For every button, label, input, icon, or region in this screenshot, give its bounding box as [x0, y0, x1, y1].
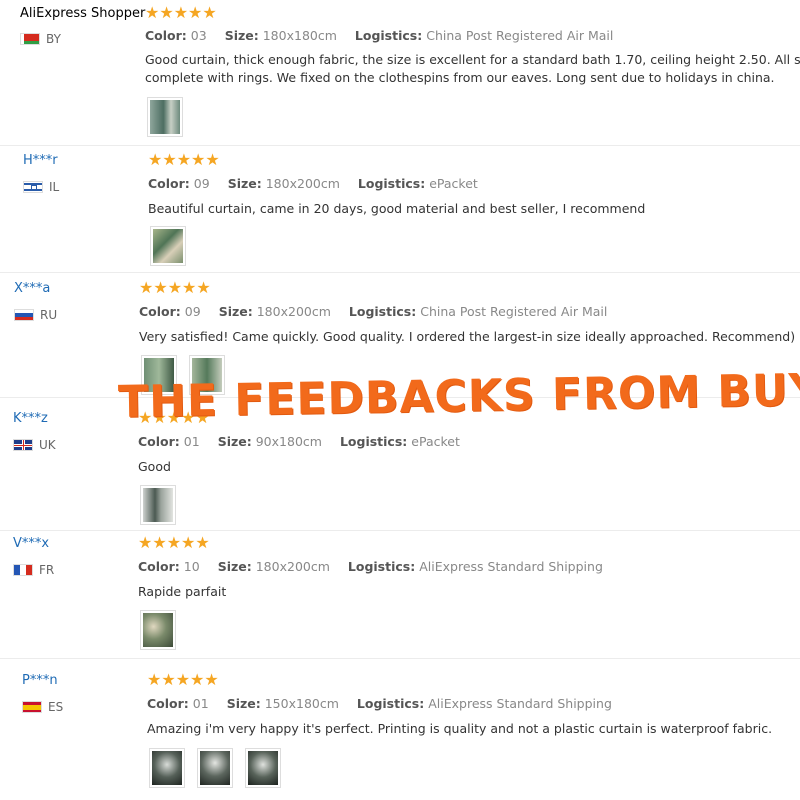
- country-code: RU: [40, 308, 58, 322]
- rating-stars: ★★★★★: [148, 150, 220, 169]
- country-code: BY: [46, 32, 61, 46]
- review-text: Good curtain, thick enough fabric, the s…: [145, 52, 800, 67]
- order-info: Color: 01 Size: 150x180cm Logistics: AliExp…: [147, 696, 612, 711]
- review-text: Amazing i'm very happy it's perfect. Pri…: [147, 721, 773, 736]
- reviewer-country: RU: [14, 308, 57, 322]
- reviewer-country: UK: [13, 438, 56, 452]
- rating-stars: ★★★★★: [145, 3, 217, 22]
- reviewer-name[interactable]: V***x: [13, 536, 49, 551]
- review-photo[interactable]: [245, 748, 281, 788]
- review-text: Good: [138, 459, 171, 474]
- divider: [0, 272, 800, 273]
- order-info: Color: 03 Size: 180x180cm Logistics: China …: [145, 28, 614, 43]
- rating-stars: ★★★★★: [147, 670, 219, 689]
- reviewer-name[interactable]: AliExpress Shopper: [20, 6, 145, 21]
- flag-es-icon: [22, 701, 42, 713]
- reviewer-country: ES: [22, 700, 63, 714]
- order-info: Color: 10 Size: 180x200cm Logistics: AliExp…: [138, 559, 603, 574]
- country-code: FR: [39, 563, 55, 577]
- review-photo[interactable]: [149, 748, 185, 788]
- reviewer-country: IL: [23, 180, 59, 194]
- order-info: Color: 09 Size: 180x200cm Logistics: ePacke…: [148, 176, 478, 191]
- flag-ru-icon: [14, 309, 34, 321]
- country-code: UK: [39, 438, 56, 452]
- review-photo[interactable]: [140, 610, 176, 650]
- order-info: Color: 01 Size: 90x180cm Logistics: ePacket: [138, 434, 460, 449]
- review-photo[interactable]: [150, 226, 186, 266]
- review-text: Very satisfied! Came quickly. Good quali…: [139, 329, 796, 344]
- divider: [0, 530, 800, 531]
- reviewer-name[interactable]: K***z: [13, 411, 48, 426]
- flag-il-icon: [23, 181, 43, 193]
- rating-stars: ★★★★★: [138, 533, 210, 552]
- order-info: Color: 09 Size: 180x200cm Logistics: China …: [139, 304, 608, 319]
- rating-stars: ★★★★★: [139, 278, 211, 297]
- review-text: Beautiful curtain, came in 20 days, good…: [148, 201, 646, 216]
- review-photo[interactable]: [197, 748, 233, 788]
- review-photo[interactable]: [147, 97, 183, 137]
- review-text: Rapide parfait: [138, 584, 227, 599]
- review-photo[interactable]: [140, 485, 176, 525]
- reviewer-name[interactable]: H***r: [23, 153, 58, 168]
- reviewer-country: BY: [20, 32, 61, 46]
- divider: [0, 658, 800, 659]
- country-code: ES: [48, 700, 64, 714]
- flag-uk-icon: [13, 439, 33, 451]
- country-code: IL: [49, 180, 60, 194]
- review-text-line2: complete with rings. We fixed on the clo…: [145, 70, 775, 85]
- reviewer-country: FR: [13, 563, 54, 577]
- reviewer-name[interactable]: X***a: [14, 281, 50, 296]
- flag-fr-icon: [13, 564, 33, 576]
- divider: [0, 145, 800, 146]
- reviewer-name[interactable]: P***n: [22, 673, 58, 688]
- flag-by-icon: [20, 33, 40, 45]
